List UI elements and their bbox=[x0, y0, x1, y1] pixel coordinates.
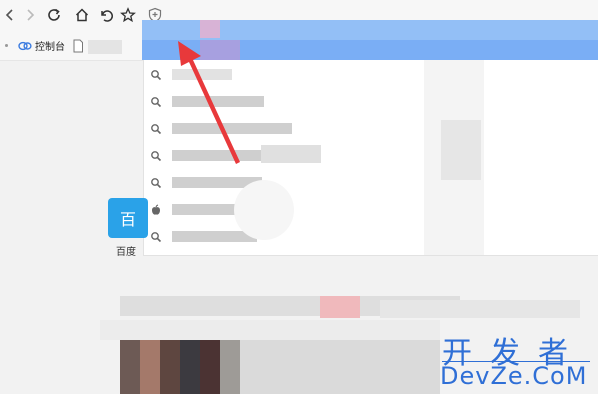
watermark-line2: DevZe.CoM bbox=[440, 362, 588, 390]
annotation-arrow-shape bbox=[178, 41, 240, 164]
